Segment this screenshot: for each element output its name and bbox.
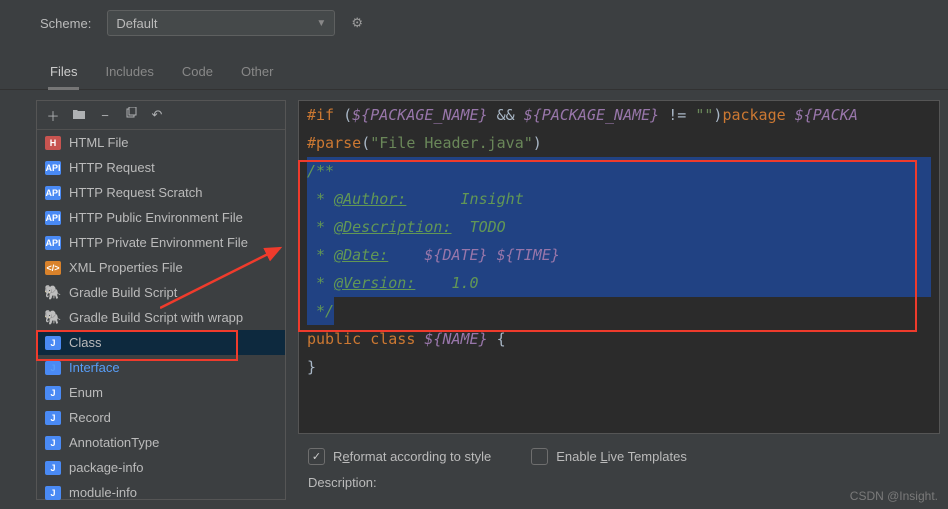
java-file-icon: J xyxy=(45,336,61,350)
template-list: H HTML File API HTTP Request API HTTP Request… xyxy=(37,130,285,505)
tab-includes[interactable]: Includes xyxy=(103,56,155,89)
html-file-icon: H xyxy=(45,136,61,150)
java-file-icon: J xyxy=(45,461,61,475)
tab-files[interactable]: Files xyxy=(48,56,79,90)
list-item[interactable]: 🐘 Gradle Build Script xyxy=(37,280,285,305)
list-item[interactable]: Jpackage-info xyxy=(37,455,285,480)
gear-icon[interactable]: ⚙ xyxy=(351,15,363,31)
description-label: Description: xyxy=(298,471,940,494)
list-item-label: Gradle Build Script xyxy=(69,285,177,300)
java-file-icon: J xyxy=(45,486,61,500)
scheme-value: Default xyxy=(116,16,157,31)
list-item[interactable]: J Record xyxy=(37,405,285,430)
list-item[interactable]: Jmodule-info xyxy=(37,480,285,505)
api-file-icon: API xyxy=(45,161,61,175)
watermark: CSDN @Insight. xyxy=(850,489,938,503)
gradle-file-icon: 🐘 xyxy=(45,311,61,325)
list-item[interactable]: H HTML File xyxy=(37,130,285,155)
list-item[interactable]: </> XML Properties File xyxy=(37,255,285,280)
list-toolbar: ＋ − ↶ xyxy=(37,101,285,130)
list-item[interactable]: J Class xyxy=(37,330,285,355)
live-templates-checkbox[interactable]: Enable Live Templates xyxy=(531,448,687,465)
plus-icon[interactable]: ＋ xyxy=(45,106,61,125)
new-folder-icon[interactable] xyxy=(71,107,87,124)
list-item[interactable]: API HTTP Request xyxy=(37,155,285,180)
remove-icon[interactable]: − xyxy=(97,108,113,123)
java-file-icon: J xyxy=(45,361,61,375)
tab-code[interactable]: Code xyxy=(180,56,215,89)
scheme-select[interactable]: Default ▼ xyxy=(107,10,335,36)
list-item[interactable]: API HTTP Public Environment File xyxy=(37,205,285,230)
list-item[interactable]: J AnnotationType xyxy=(37,430,285,455)
list-item-label: package-info xyxy=(69,460,143,475)
api-file-icon: API xyxy=(45,236,61,250)
list-item-label: AnnotationType xyxy=(69,435,159,450)
copy-icon[interactable] xyxy=(123,107,139,123)
list-item[interactable]: API HTTP Request Scratch xyxy=(37,180,285,205)
list-item-label: HTTP Public Environment File xyxy=(69,210,243,225)
list-item-label: module-info xyxy=(69,485,137,500)
list-item[interactable]: 🐘 Gradle Build Script with wrapp xyxy=(37,305,285,330)
list-item[interactable]: API HTTP Private Environment File xyxy=(37,230,285,255)
java-file-icon: J xyxy=(45,436,61,450)
list-item-label: HTML File xyxy=(69,135,128,150)
list-item-label: Interface xyxy=(69,360,120,375)
chevron-down-icon: ▼ xyxy=(316,18,326,29)
api-file-icon: API xyxy=(45,186,61,200)
list-item-label: HTTP Request xyxy=(69,160,155,175)
list-item-label: Record xyxy=(69,410,111,425)
gradle-file-icon: 🐘 xyxy=(45,286,61,300)
tabs: Files Includes Code Other xyxy=(0,56,948,90)
list-item-label: Class xyxy=(69,335,102,350)
list-item[interactable]: J Enum xyxy=(37,380,285,405)
xml-file-icon: </> xyxy=(45,261,61,275)
tab-other[interactable]: Other xyxy=(239,56,276,89)
undo-icon[interactable]: ↶ xyxy=(149,107,165,123)
template-list-panel: ＋ − ↶ H HTML File API HTTP Request API HTTP R… xyxy=(36,100,286,500)
reformat-checkbox[interactable]: ✓ Reformat according to style xyxy=(308,448,491,465)
list-item-label: HTTP Private Environment File xyxy=(69,235,248,250)
list-item-label: Gradle Build Script with wrapp xyxy=(69,310,243,325)
list-item[interactable]: J Interface xyxy=(37,355,285,380)
java-file-icon: J xyxy=(45,386,61,400)
scheme-label: Scheme: xyxy=(40,16,91,31)
list-item-label: HTTP Request Scratch xyxy=(69,185,202,200)
template-editor[interactable]: #if (${PACKAGE_NAME} && ${PACKAGE_NAME} … xyxy=(298,100,940,434)
list-item-label: XML Properties File xyxy=(69,260,183,275)
api-file-icon: API xyxy=(45,211,61,225)
java-file-icon: J xyxy=(45,411,61,425)
list-item-label: Enum xyxy=(69,385,103,400)
